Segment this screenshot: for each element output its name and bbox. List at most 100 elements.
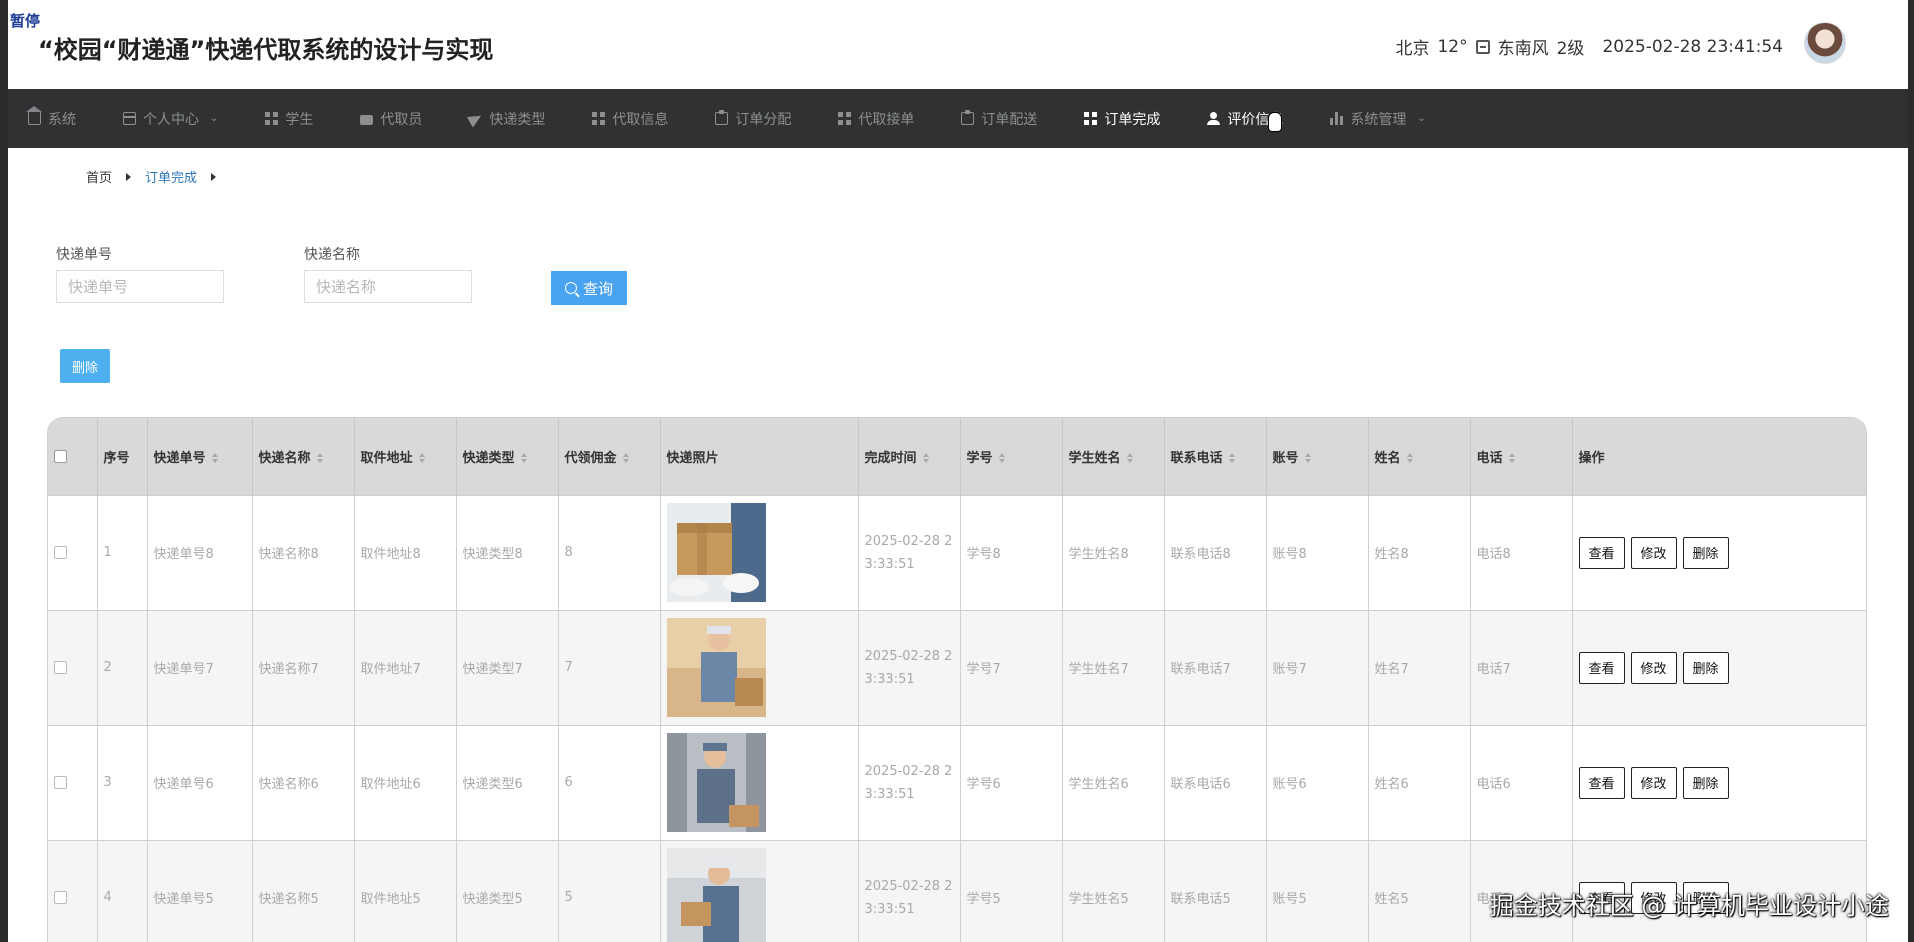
sort-icon[interactable]: [1228, 453, 1235, 464]
col-header[interactable]: 联系电话: [1164, 418, 1267, 495]
nav-item-accept-order[interactable]: 代取接单: [838, 109, 914, 129]
cell-student-name: 学生姓名7: [1062, 609, 1165, 725]
nav-item-system[interactable]: 系统: [26, 106, 76, 129]
col-header[interactable]: 姓名: [1368, 418, 1471, 495]
delete-button[interactable]: 删除: [1682, 536, 1729, 569]
cell-express-no: 快递单号8: [147, 494, 253, 610]
col-header[interactable]: 学生姓名: [1062, 418, 1165, 495]
nav-item-students[interactable]: 学生: [265, 109, 313, 129]
weather-icon: [1475, 39, 1490, 54]
nav-item-express-type[interactable]: 快递类型: [467, 109, 545, 129]
row-actions: 查看 修改 删除: [1578, 651, 1863, 684]
col-header[interactable]: 代领佣金: [558, 418, 661, 495]
col-header[interactable]: 快递类型: [456, 418, 559, 495]
cell-index: 4: [97, 839, 148, 942]
cell-express-no: 快递单号7: [147, 609, 253, 725]
sort-icon[interactable]: [998, 453, 1005, 464]
query-button[interactable]: 查询: [551, 271, 627, 305]
row-checkbox[interactable]: [54, 661, 67, 674]
col-header[interactable]: 取件地址: [354, 418, 457, 495]
nav-label: 代取信息: [612, 111, 669, 128]
col-header[interactable]: 账号: [1266, 418, 1369, 495]
search-icon: [564, 282, 577, 294]
col-header[interactable]: 电话: [1470, 418, 1573, 495]
sort-icon[interactable]: [622, 453, 629, 464]
sort-icon[interactable]: [418, 453, 425, 464]
select-all-cell: [48, 418, 98, 495]
sort-icon[interactable]: [520, 453, 527, 464]
cell-express-type: 快递类型7: [456, 609, 559, 725]
edit-button[interactable]: 修改: [1630, 766, 1677, 799]
cell-photo: [660, 494, 859, 610]
nav-item-pickup-info[interactable]: 代取信息: [592, 109, 668, 129]
express-photo-courier[interactable]: [666, 618, 766, 717]
col-header: 序号: [97, 418, 148, 495]
sort-icon[interactable]: [1508, 453, 1515, 464]
nav-item-order-complete[interactable]: 订单完成: [1084, 109, 1160, 129]
cell-phone: 电话8: [1470, 494, 1573, 610]
user-avatar[interactable]: [1804, 22, 1846, 64]
row-checkbox[interactable]: [54, 891, 67, 905]
express-photo-boxes[interactable]: [666, 503, 766, 602]
header-datetime: 2025-02-28 23:41:54: [1602, 36, 1783, 57]
express-photo-warehouse[interactable]: [666, 733, 766, 832]
breadcrumb-separator-icon: [211, 172, 217, 181]
sort-icon[interactable]: [1304, 453, 1311, 464]
nav-item-personal-center[interactable]: 个人中心 ⌄: [123, 109, 218, 129]
breadcrumb: 首页 订单完成: [86, 167, 217, 186]
cell-express-no: 快递单号6: [147, 724, 253, 840]
view-button[interactable]: 查看: [1578, 766, 1625, 799]
nav-label: 代取员: [380, 111, 423, 128]
col-header-label: 序号: [103, 450, 130, 466]
cell-express-name: 快递名称7: [252, 609, 355, 725]
edit-button[interactable]: 修改: [1630, 536, 1677, 569]
watermark: 掘金技术社区 @ 计算机毕业设计小途: [1489, 892, 1889, 920]
cell-express-name: 快递名称8: [252, 494, 355, 610]
cell-index: 1: [97, 494, 148, 610]
col-header[interactable]: 完成时间: [858, 418, 961, 495]
col-header[interactable]: 学号: [960, 418, 1063, 495]
col-header-label: 学生姓名: [1068, 450, 1121, 466]
sort-icon[interactable]: [1406, 453, 1413, 464]
breadcrumb-home[interactable]: 首页: [86, 167, 112, 186]
row-checkbox[interactable]: [54, 546, 67, 559]
sort-icon[interactable]: [316, 453, 323, 464]
breadcrumb-current[interactable]: 订单完成: [145, 167, 197, 186]
sort-icon[interactable]: [1126, 453, 1133, 464]
breadcrumb-separator-icon: [126, 172, 132, 181]
express-name-input[interactable]: [304, 270, 472, 303]
col-header[interactable]: 快递单号: [147, 418, 253, 495]
col-header[interactable]: 快递名称: [252, 418, 355, 495]
field-express-name: 快递名称: [304, 244, 472, 303]
nav-item-couriers[interactable]: 代取员: [360, 109, 422, 129]
sort-icon[interactable]: [922, 453, 929, 464]
row-checkbox[interactable]: [54, 776, 67, 789]
nav-item-system-admin[interactable]: 系统管理 ⌄: [1330, 109, 1426, 129]
express-no-input[interactable]: [56, 270, 224, 303]
bar-chart-icon: [1330, 112, 1344, 125]
nav-item-order-assign[interactable]: 订单分配: [715, 109, 791, 129]
header-info: 北京 12° 东南风 2级 2025-02-28 23:41:54: [1395, 34, 1783, 60]
delete-button[interactable]: 删除: [1682, 766, 1729, 799]
col-header-label: 快递类型: [462, 450, 515, 466]
cell-actions: 查看 修改 删除: [1572, 609, 1866, 725]
cell-contact-phone: 联系电话7: [1164, 609, 1267, 725]
nav-item-order-delivery[interactable]: 订单配送: [961, 109, 1037, 129]
nav-label: 系统: [48, 111, 76, 128]
cell-express-type: 快递类型6: [456, 724, 559, 840]
truck-icon: [360, 115, 374, 125]
view-button[interactable]: 查看: [1578, 536, 1625, 569]
sort-icon[interactable]: [211, 453, 218, 464]
express-photo-delivery[interactable]: [666, 848, 766, 942]
cell-phone: 电话6: [1470, 724, 1573, 840]
col-header-label: 账号: [1272, 450, 1299, 466]
delete-button[interactable]: 删除: [1682, 651, 1729, 684]
weather-city: 北京: [1395, 39, 1430, 59]
table-row: 1 快递单号8 快递名称8 取件地址8 快递类型8 8 2025-02-28 2…: [48, 494, 1866, 610]
edit-button[interactable]: 修改: [1630, 651, 1677, 684]
batch-delete-button[interactable]: 删除: [60, 349, 110, 383]
cell-account: 账号6: [1266, 724, 1369, 840]
nav-label: 系统管理: [1350, 111, 1407, 128]
select-all-checkbox[interactable]: [54, 449, 67, 463]
view-button[interactable]: 查看: [1578, 651, 1625, 684]
